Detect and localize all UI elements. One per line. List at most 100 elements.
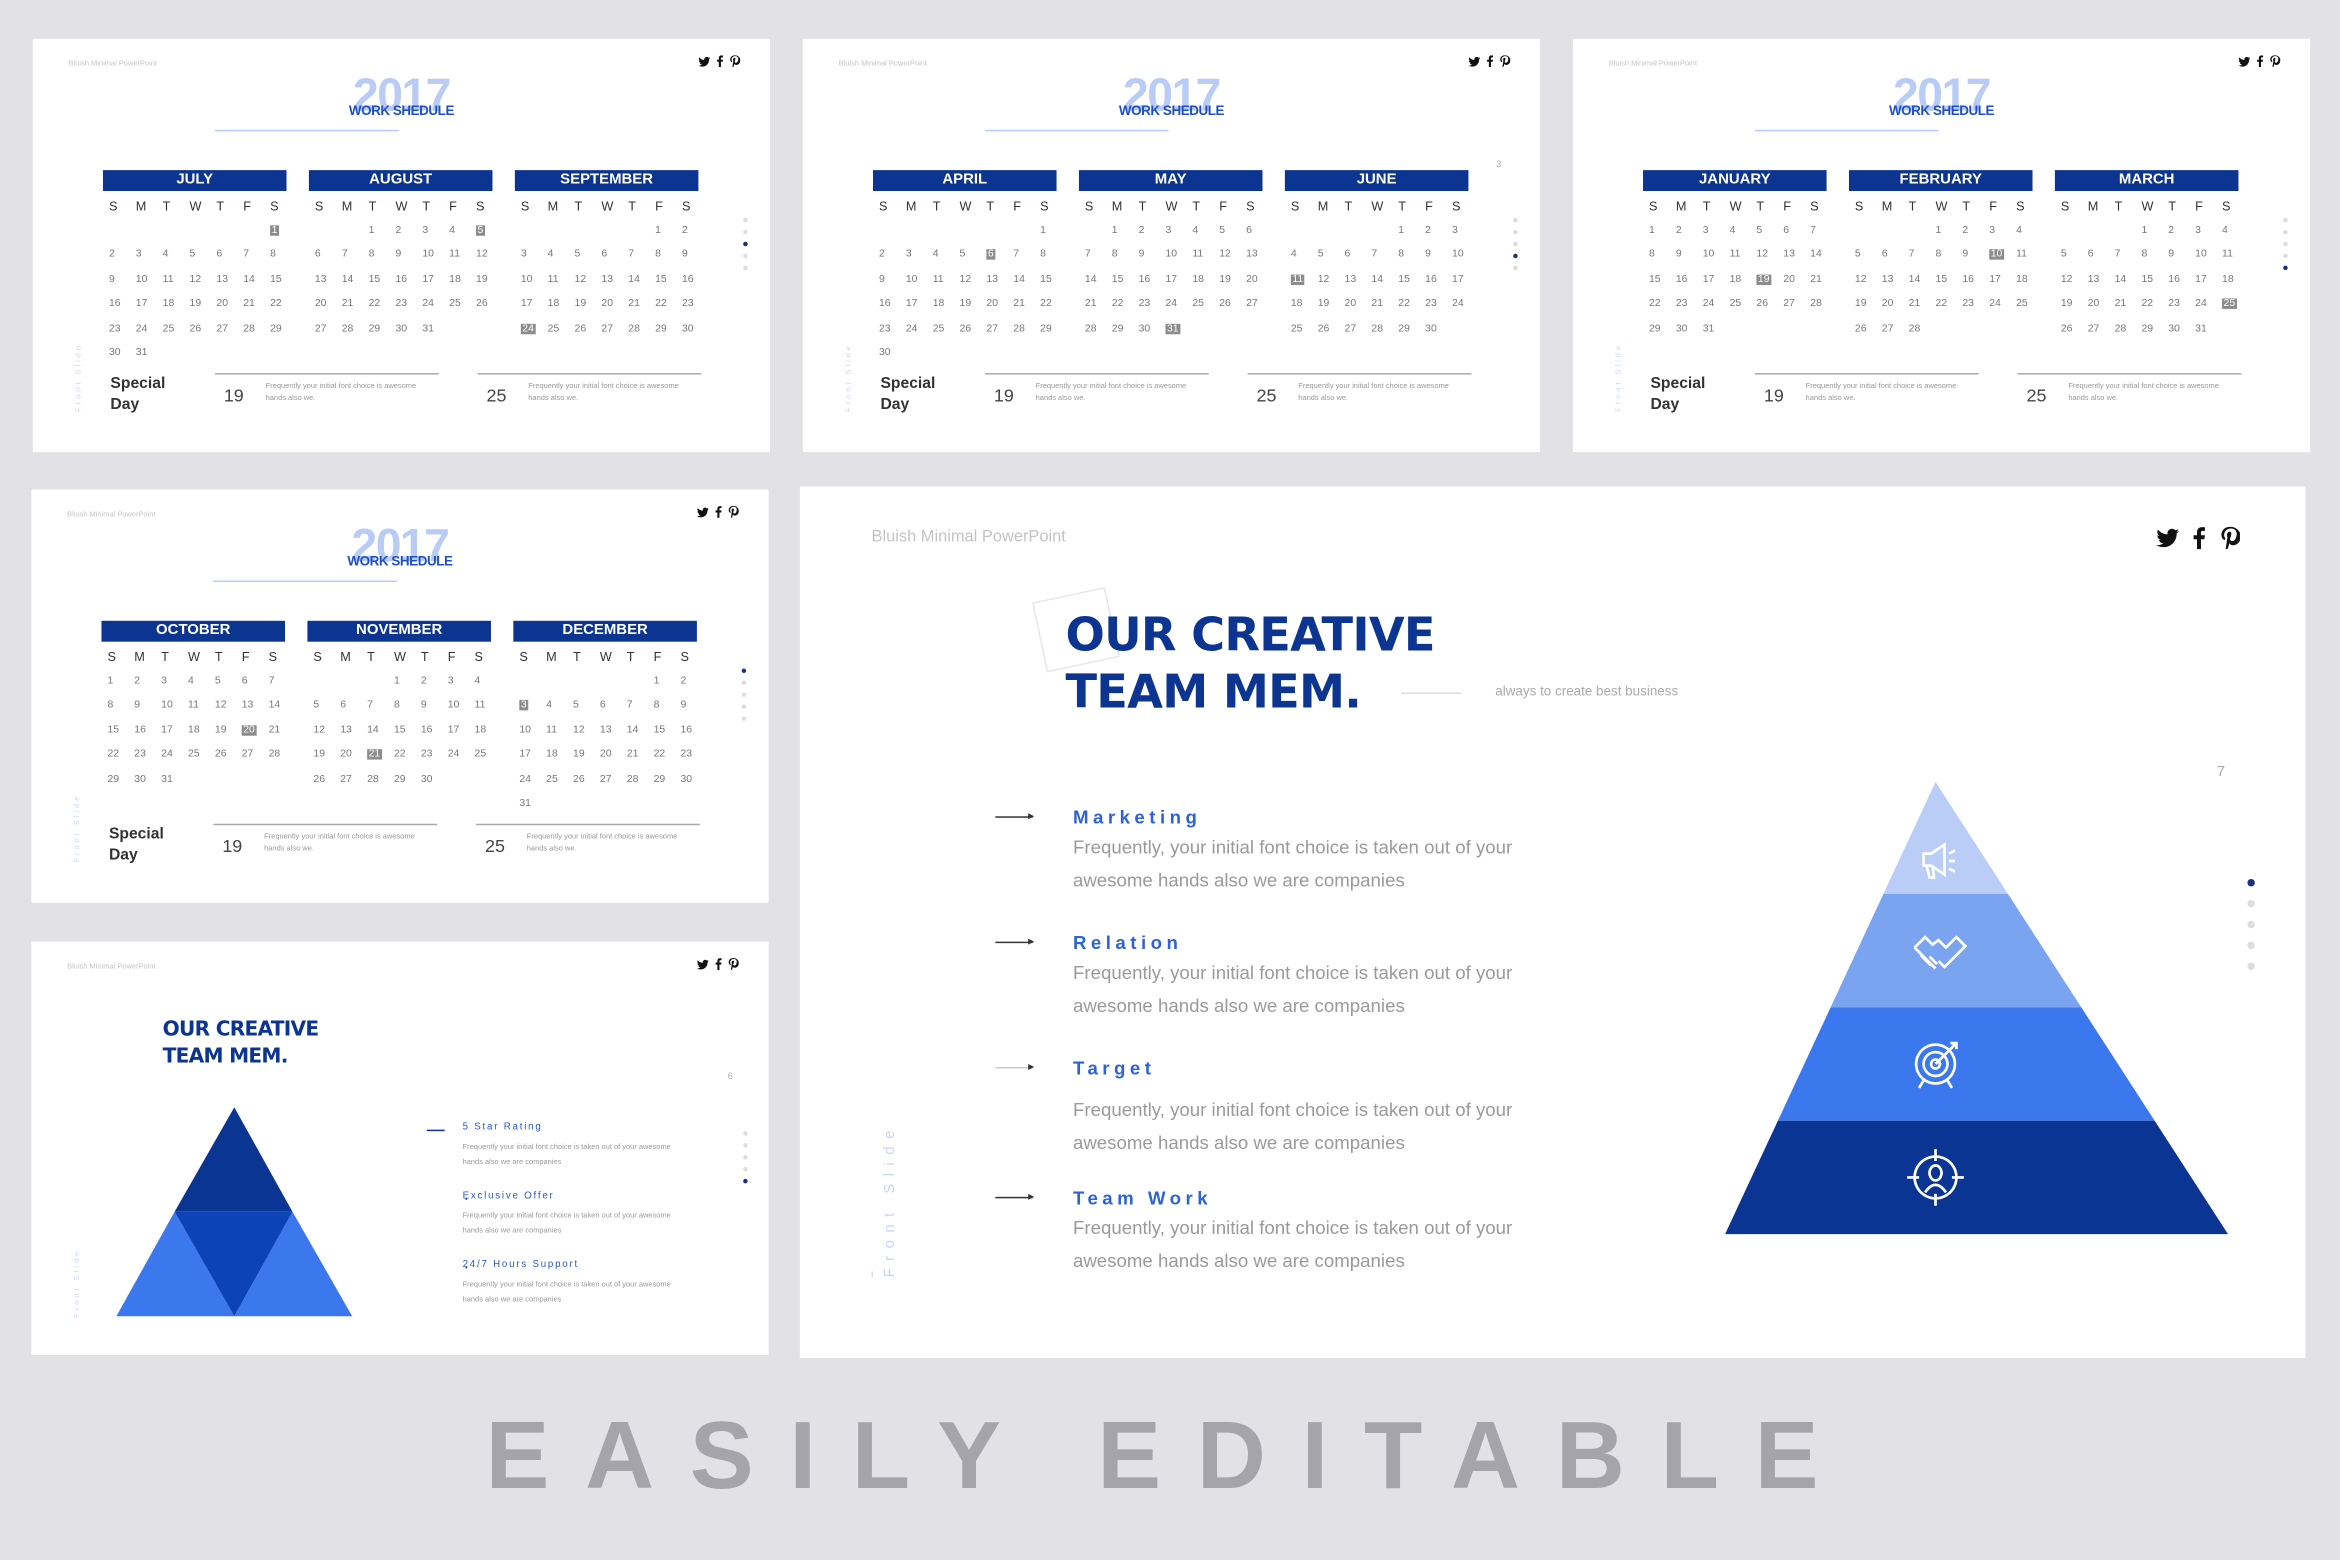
- day-cell[interactable]: 21: [1368, 295, 1395, 314]
- day-cell[interactable]: 19: [1852, 295, 1879, 314]
- day-cell[interactable]: 29: [267, 320, 294, 339]
- day-cell[interactable]: 2: [678, 672, 705, 691]
- day-cell[interactable]: 8: [104, 697, 131, 716]
- day-cell[interactable]: 19: [570, 746, 597, 765]
- day-cell[interactable]: 28: [1368, 320, 1395, 339]
- calendar-slide[interactable]: Bluish Minimal PowerPoint 2017 WORK SHEDUL…: [802, 38, 1541, 453]
- day-cell[interactable]: 8: [391, 697, 418, 716]
- day-cell[interactable]: 11: [472, 697, 499, 716]
- day-cell[interactable]: 20: [2085, 295, 2112, 314]
- day-cell[interactable]: 28: [364, 771, 391, 790]
- day-cell[interactable]: 22: [1933, 295, 1960, 314]
- day-cell[interactable]: 10: [516, 722, 543, 741]
- day-cell[interactable]: 19: [1216, 271, 1243, 290]
- day-cell[interactable]: 24: [516, 771, 543, 790]
- day-cell[interactable]: 11: [2013, 246, 2040, 265]
- day-cell[interactable]: 22: [2138, 295, 2165, 314]
- day-cell[interactable]: 22: [366, 295, 393, 314]
- day-cell[interactable]: 8: [1109, 246, 1136, 265]
- day-cell[interactable]: 19: [572, 295, 599, 314]
- day-cell[interactable]: 15: [267, 271, 294, 290]
- day-cell[interactable]: 20: [983, 295, 1010, 314]
- day-cell[interactable]: 2: [418, 672, 445, 691]
- day-cell[interactable]: 19: [310, 746, 337, 765]
- day-cell[interactable]: 21: [266, 722, 293, 741]
- day-cell[interactable]: 4: [1288, 246, 1315, 265]
- day-cell[interactable]: 8: [2138, 246, 2165, 265]
- day-cell[interactable]: 28: [625, 320, 652, 339]
- day-cell[interactable]: 18: [446, 271, 473, 290]
- day-cell[interactable]: 6: [239, 672, 266, 691]
- day-cell[interactable]: 8: [1933, 246, 1960, 265]
- day-cell[interactable]: 10: [445, 697, 472, 716]
- day-cell[interactable]: 22: [1646, 295, 1673, 314]
- day-cell[interactable]: 21: [1082, 295, 1109, 314]
- day-cell[interactable]: 10: [1449, 246, 1476, 265]
- day-cell[interactable]: 12: [212, 697, 239, 716]
- day-cell[interactable]: 16: [1673, 271, 1700, 290]
- day-cell[interactable]: 14: [1082, 271, 1109, 290]
- day-cell[interactable]: 11: [2219, 246, 2246, 265]
- day-cell[interactable]: 26: [957, 320, 984, 339]
- day-cell[interactable]: 16: [1136, 271, 1163, 290]
- day-cell[interactable]: 22: [1037, 295, 1064, 314]
- calendar-slide[interactable]: Bluish Minimal PowerPoint 2017 WORK SHEDUL…: [31, 489, 769, 903]
- day-cell[interactable]: 4: [930, 246, 957, 265]
- day-cell[interactable]: 14: [1906, 271, 1933, 290]
- day-cell[interactable]: 15: [1037, 271, 1064, 290]
- day-cell[interactable]: 31: [133, 345, 160, 364]
- day-cell[interactable]: 2: [1136, 222, 1163, 241]
- highlighted-day[interactable]: 1: [267, 222, 294, 241]
- day-cell[interactable]: 13: [598, 271, 625, 290]
- day-cell[interactable]: 13: [1243, 246, 1270, 265]
- highlighted-day[interactable]: 21: [364, 746, 391, 765]
- day-cell[interactable]: 25: [446, 295, 473, 314]
- day-cell[interactable]: 5: [187, 246, 214, 265]
- day-cell[interactable]: 7: [240, 246, 267, 265]
- day-cell[interactable]: 17: [1700, 271, 1727, 290]
- day-cell[interactable]: 15: [1646, 271, 1673, 290]
- day-cell[interactable]: 11: [1189, 246, 1216, 265]
- day-cell[interactable]: 25: [930, 320, 957, 339]
- day-cell[interactable]: 2: [2165, 222, 2192, 241]
- day-cell[interactable]: 31: [516, 795, 543, 814]
- day-cell[interactable]: 1: [1395, 222, 1422, 241]
- day-cell[interactable]: 15: [391, 722, 418, 741]
- day-cell[interactable]: 13: [213, 271, 240, 290]
- day-cell[interactable]: 8: [1037, 246, 1064, 265]
- twitter-icon[interactable]: [698, 56, 711, 66]
- day-cell[interactable]: 20: [598, 295, 625, 314]
- day-cell[interactable]: 14: [240, 271, 267, 290]
- day-cell[interactable]: 22: [104, 746, 131, 765]
- highlighted-day[interactable]: 10: [1986, 246, 2013, 265]
- day-cell[interactable]: 18: [545, 295, 572, 314]
- slide-dots[interactable]: [741, 668, 747, 721]
- day-cell[interactable]: 7: [364, 697, 391, 716]
- day-cell[interactable]: 27: [337, 771, 364, 790]
- day-cell[interactable]: 20: [1243, 271, 1270, 290]
- day-cell[interactable]: 9: [2165, 246, 2192, 265]
- day-cell[interactable]: 4: [2013, 222, 2040, 241]
- day-cell[interactable]: 13: [1342, 271, 1369, 290]
- day-cell[interactable]: 18: [2013, 271, 2040, 290]
- pinterest-icon[interactable]: [1500, 55, 1511, 68]
- day-cell[interactable]: 15: [651, 722, 678, 741]
- day-cell[interactable]: 14: [1010, 271, 1037, 290]
- day-cell[interactable]: 1: [651, 672, 678, 691]
- day-cell[interactable]: 27: [1879, 320, 1906, 339]
- day-cell[interactable]: 28: [1906, 320, 1933, 339]
- team-slide-large[interactable]: Bluish Minimal PowerPoint OUR CREATIVE T…: [799, 486, 2306, 1358]
- day-cell[interactable]: 8: [652, 246, 679, 265]
- pinterest-icon[interactable]: [2270, 55, 2281, 68]
- day-cell[interactable]: 17: [1986, 271, 2013, 290]
- day-cell[interactable]: 27: [983, 320, 1010, 339]
- facebook-icon[interactable]: [715, 506, 722, 518]
- day-cell[interactable]: 5: [212, 672, 239, 691]
- day-cell[interactable]: 17: [2192, 271, 2219, 290]
- day-cell[interactable]: 18: [472, 722, 499, 741]
- day-cell[interactable]: 6: [1879, 246, 1906, 265]
- day-cell[interactable]: 30: [2165, 320, 2192, 339]
- day-cell[interactable]: 24: [1700, 295, 1727, 314]
- day-cell[interactable]: 27: [239, 746, 266, 765]
- day-cell[interactable]: 22: [652, 295, 679, 314]
